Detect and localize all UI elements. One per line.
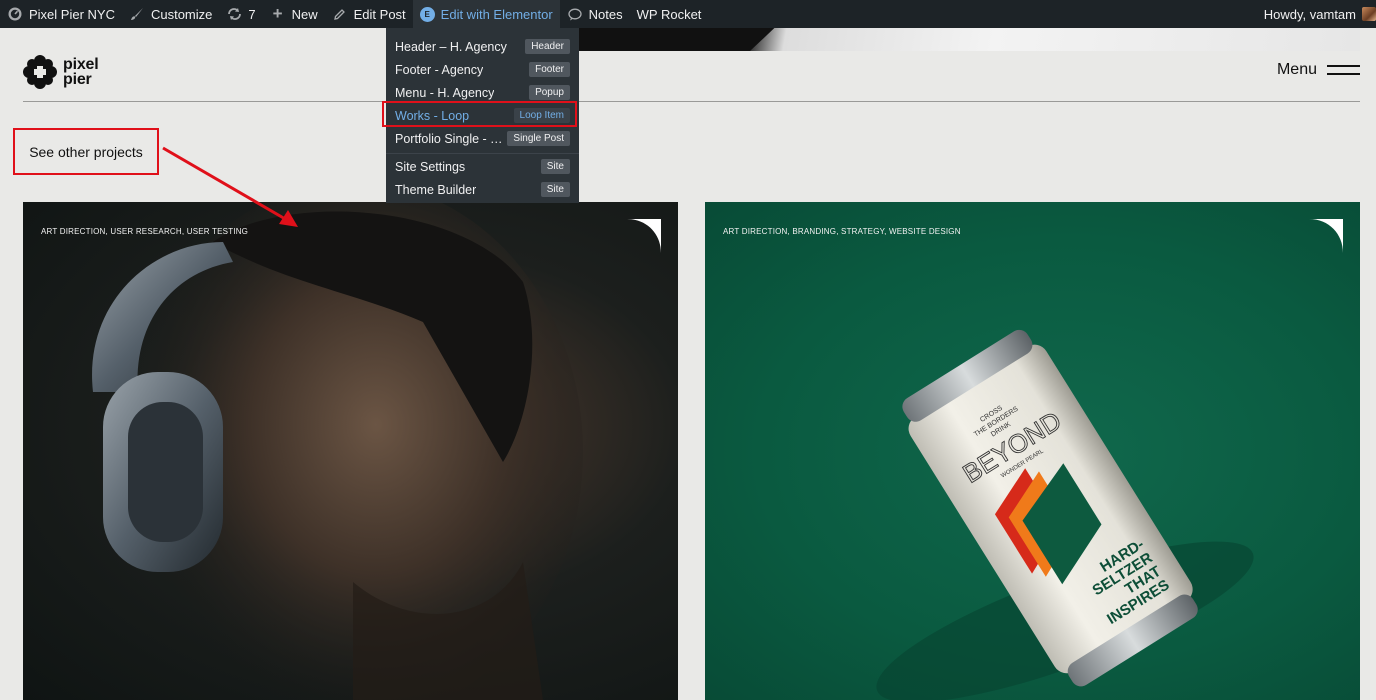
portrait-image — [92, 202, 583, 700]
header-divider — [23, 101, 1360, 102]
project-card-portrait[interactable]: ART DIRECTION, USER RESEARCH, USER TESTI… — [23, 202, 678, 700]
annotation-callout: See other projects — [13, 128, 159, 175]
howdy-label: Howdy, vamtam — [1263, 6, 1356, 22]
updates-icon — [226, 6, 242, 22]
wp-admin-bar: Pixel Pier NYC Customize 7 + New Edit Po… — [0, 0, 1376, 28]
hamburger-icon — [1327, 64, 1360, 76]
corner-arrow-icon — [1309, 219, 1343, 253]
logo-wordmark: pixel pier — [63, 56, 99, 88]
template-type-badge: Footer — [529, 62, 570, 77]
wp-rocket-link[interactable]: WP Rocket — [630, 0, 709, 28]
annotation-arrow-icon — [162, 146, 298, 227]
site-name-link[interactable]: Pixel Pier NYC — [0, 0, 122, 28]
dashboard-icon — [7, 6, 23, 22]
dropdown-item-footer[interactable]: Footer - Agency Footer — [386, 58, 579, 81]
updates-link[interactable]: 7 — [219, 0, 262, 28]
template-type-badge: Site — [540, 159, 570, 174]
updates-count: 7 — [248, 6, 256, 22]
dropdown-divider — [386, 153, 579, 154]
brush-icon — [129, 6, 145, 22]
pixel-pier-logo-icon — [23, 55, 57, 89]
speech-bubble-icon — [567, 6, 583, 22]
new-label: New — [291, 6, 318, 22]
wp-rocket-label: WP Rocket — [636, 6, 702, 22]
menu-toggle-button[interactable]: Menu — [1277, 61, 1360, 79]
template-type-badge: Header — [525, 39, 570, 54]
card-tags: ART DIRECTION, BRANDING, STRATEGY, WEBSI… — [723, 227, 961, 236]
edit-elementor-label: Edit with Elementor — [440, 6, 553, 22]
edit-post-link[interactable]: Edit Post — [325, 0, 413, 28]
plus-icon: + — [272, 4, 283, 23]
template-type-badge: Popup — [529, 85, 570, 100]
can-product-image: CROSS THE BORDERS DRINK BEYOND WONDER PE… — [876, 329, 1254, 700]
template-type-badge: Single Post — [507, 131, 570, 146]
customize-label: Customize — [150, 6, 213, 22]
site-name-label: Pixel Pier NYC — [29, 6, 115, 22]
new-content-link[interactable]: + New — [263, 0, 325, 28]
annotation-text: See other projects — [29, 143, 143, 160]
corner-arrow-icon — [627, 219, 661, 253]
menu-label: Menu — [1276, 61, 1317, 78]
customize-link[interactable]: Customize — [122, 0, 219, 28]
dropdown-item-theme-builder[interactable]: Theme Builder Site — [386, 178, 579, 201]
avatar — [1362, 7, 1376, 21]
dropdown-item-site-settings[interactable]: Site Settings Site — [386, 155, 579, 178]
edit-post-label: Edit Post — [353, 6, 406, 22]
elementor-icon: E — [419, 6, 435, 22]
pencil-icon — [332, 6, 348, 22]
hero-image-strip — [579, 28, 1360, 51]
notes-label: Notes — [588, 6, 623, 22]
project-card-beyond-can[interactable]: CROSS THE BORDERS DRINK BEYOND WONDER PE… — [705, 202, 1360, 700]
dropdown-item-header[interactable]: Header – H. Agency Header — [386, 35, 579, 58]
my-account-link[interactable]: Howdy, vamtam — [1257, 0, 1376, 28]
edit-with-elementor-link[interactable]: E Edit with Elementor — [412, 0, 560, 28]
dropdown-item-portfolio-single[interactable]: Portfolio Single - Template Single Post — [386, 127, 579, 150]
notes-link[interactable]: Notes — [560, 0, 630, 28]
site-logo[interactable]: pixel pier — [23, 55, 99, 89]
highlight-box-works-loop — [382, 101, 577, 127]
template-type-badge: Site — [540, 182, 570, 197]
